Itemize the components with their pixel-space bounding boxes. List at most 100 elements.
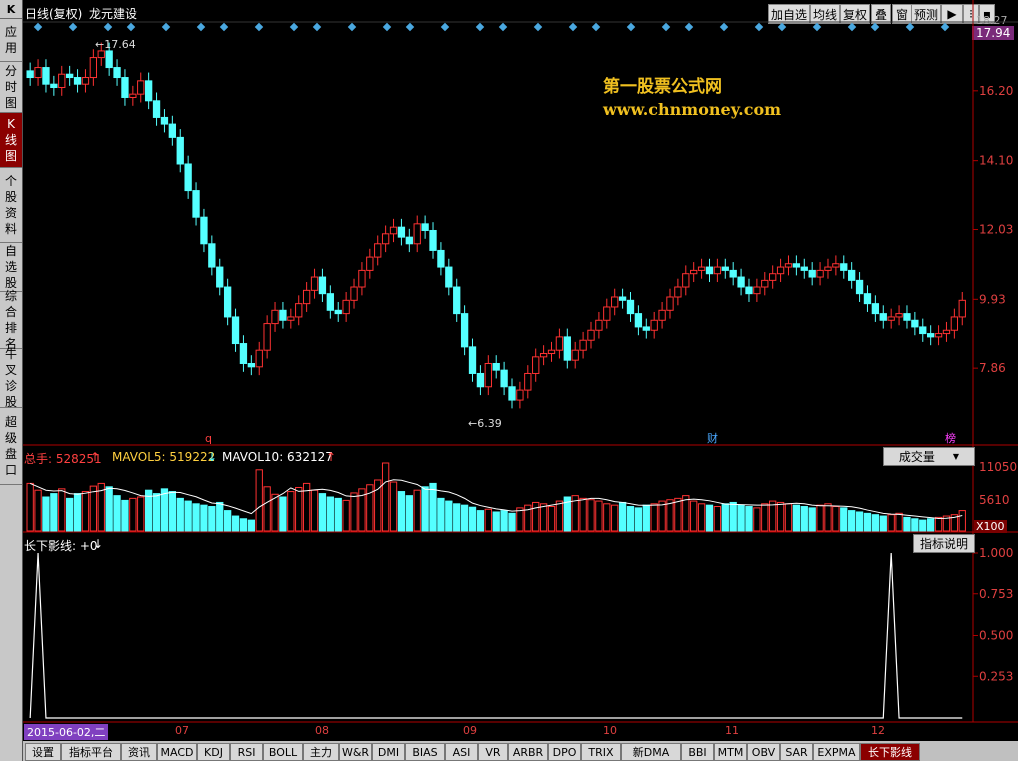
volume-bar	[476, 510, 485, 532]
sidebar-item-char: K	[7, 117, 15, 131]
tab-19[interactable]: OBV	[747, 743, 780, 761]
indicator-tick-label: 0.500	[979, 629, 1013, 643]
tab-5[interactable]: RSI	[230, 743, 263, 761]
candle-body	[674, 286, 682, 298]
candle-body	[800, 266, 808, 271]
candle-body	[666, 296, 674, 311]
candle-body	[58, 73, 66, 89]
candle-body	[184, 163, 192, 192]
candle-body	[792, 263, 801, 268]
candle-body	[871, 303, 880, 315]
sidebar-item-6[interactable]: 牛叉诊股	[0, 347, 22, 409]
volume-bar	[753, 507, 761, 532]
signal-diamond	[533, 22, 543, 32]
volume-bar	[705, 504, 714, 532]
tab-17[interactable]: BBI	[681, 743, 714, 761]
volume-bar	[184, 500, 192, 532]
candle-body	[855, 279, 864, 295]
tab-3[interactable]: MACD	[157, 743, 197, 761]
sidebar-item-4[interactable]: 自选股	[0, 243, 22, 292]
marker-finance: 财	[707, 431, 718, 445]
sidebar-item-char: 合	[4, 305, 17, 319]
tab-18[interactable]: MTM	[714, 743, 747, 761]
volume-bar	[634, 507, 643, 532]
signal-diamond	[33, 22, 43, 32]
up-arrow-icon: ↑	[326, 450, 337, 464]
tab-13[interactable]: ARBR	[508, 743, 548, 761]
price-tick-label: 9.93	[979, 292, 1006, 306]
sidebar-item-1[interactable]: 分时图	[0, 62, 22, 113]
sidebar-item-char: 排	[4, 321, 17, 335]
sidebar-top-icon[interactable]: K	[0, 0, 22, 19]
volume-bar	[326, 496, 334, 532]
tab-1[interactable]: 指标平台	[61, 743, 121, 761]
tab-20[interactable]: SAR	[780, 743, 813, 761]
tab-12[interactable]: VR	[478, 743, 508, 761]
volume-bar	[484, 508, 492, 532]
volume-bar	[832, 506, 840, 532]
candle-body	[571, 349, 579, 361]
candle-body	[603, 306, 611, 321]
volume-bar	[674, 497, 682, 532]
tab-10[interactable]: BIAS	[405, 743, 445, 761]
volume-bar	[381, 462, 390, 532]
tab-22[interactable]: 长下影线	[860, 743, 920, 761]
candle-body	[721, 266, 729, 271]
indicator-help-button[interactable]: 指标说明	[913, 534, 975, 553]
candle-body	[405, 236, 413, 245]
price-tick-label: 12.03	[979, 222, 1013, 236]
tab-2[interactable]: 资讯	[121, 743, 157, 761]
sidebar-item-char: 用	[4, 41, 17, 55]
signal-diamond	[405, 22, 415, 32]
volume-bar	[389, 481, 398, 532]
tab-6[interactable]: BOLL	[263, 743, 303, 761]
candle-body	[508, 386, 516, 401]
volume-bar	[958, 510, 966, 532]
volume-bar	[587, 499, 595, 532]
volume-bar	[231, 515, 240, 532]
candle-body	[247, 362, 255, 368]
sidebar-item-5[interactable]: 综合排名	[0, 289, 22, 351]
kline-chart[interactable]: 16.2014.1012.039.937.86←17.64←6.39q 财榜110…	[23, 0, 1018, 741]
volume-bar	[247, 519, 255, 532]
indicator-tick-label: 0.753	[979, 587, 1013, 601]
candle-body	[453, 286, 461, 315]
mavol10-label: MAVOL10: 632127	[222, 450, 333, 464]
tab-21[interactable]: EXPMA	[813, 743, 860, 761]
sidebar-item-char: 料	[4, 222, 17, 236]
sidebar-item-3[interactable]: 个股资料	[0, 168, 22, 243]
tab-16[interactable]: 新DMA	[621, 743, 681, 761]
candle-body	[887, 316, 895, 321]
volume-bar	[437, 497, 445, 532]
tab-9[interactable]: DMI	[372, 743, 405, 761]
tab-15[interactable]: TRIX	[581, 743, 621, 761]
signal-diamond	[475, 22, 485, 32]
sidebar-item-char: 级	[4, 431, 17, 445]
signal-diamond	[254, 22, 264, 32]
volume-tick-label: 5610	[979, 493, 1010, 507]
sidebar-item-0[interactable]: 应用	[0, 19, 22, 62]
sidebar-item-7[interactable]: 超级盘口	[0, 408, 22, 485]
volume-bar	[429, 482, 437, 532]
candle-body	[137, 80, 145, 95]
tab-14[interactable]: DPO	[548, 743, 581, 761]
volume-bar	[737, 504, 745, 532]
tab-4[interactable]: KDJ	[197, 743, 230, 761]
tab-8[interactable]: W&R	[339, 743, 372, 761]
sidebar-item-2[interactable]: K线图	[0, 113, 22, 168]
volume-bar	[287, 491, 295, 532]
volume-bar	[279, 496, 287, 532]
signal-diamond	[754, 22, 764, 32]
signal-diamond	[626, 22, 636, 32]
candle-body	[97, 50, 105, 59]
signal-diamond	[940, 22, 950, 32]
up-arrow-icon: ↑	[90, 450, 101, 464]
tab-7[interactable]: 主力	[303, 743, 339, 761]
sidebar-item-char: 超	[4, 415, 17, 429]
volume-bar	[650, 503, 658, 532]
indicator-dropdown[interactable]: 成交量 ▼	[883, 447, 975, 466]
tab-0[interactable]: 设置	[25, 743, 61, 761]
candle-body	[34, 67, 42, 79]
tab-11[interactable]: ASI	[445, 743, 478, 761]
volume-bar	[342, 499, 350, 532]
